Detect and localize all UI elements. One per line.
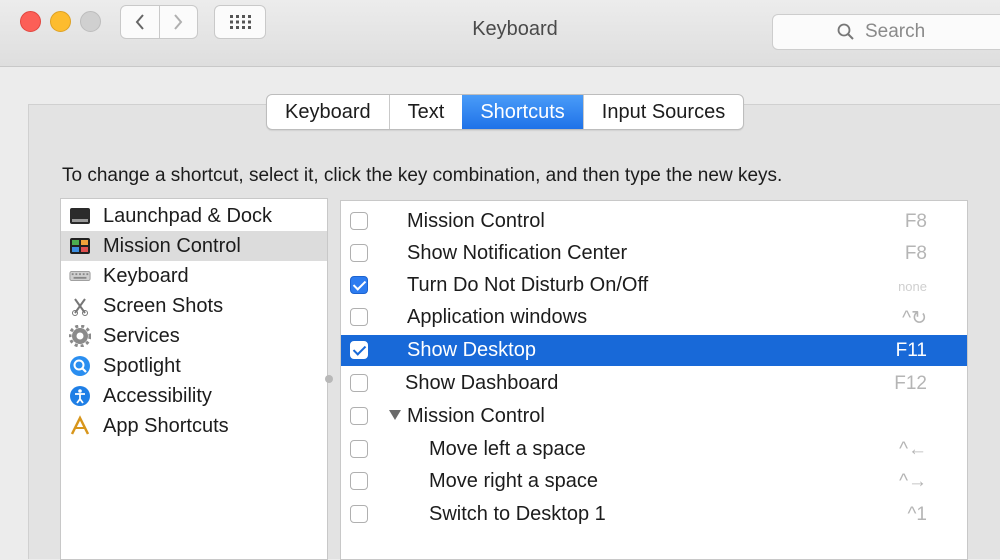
- search-box[interactable]: [772, 14, 1000, 50]
- category-app-shortcuts[interactable]: App Shortcuts: [61, 411, 327, 441]
- shortcut-checkbox[interactable]: [350, 440, 368, 458]
- category-label: App Shortcuts: [103, 414, 229, 437]
- shortcut-checkbox[interactable]: [350, 276, 368, 294]
- shortcut-key[interactable]: ^↻: [902, 307, 927, 330]
- shortcut-group-mission-control[interactable]: Mission Control: [341, 401, 967, 432]
- shortcut-row-notification-center[interactable]: Show Notification Center F8: [341, 238, 967, 269]
- shortcut-row-mission-control[interactable]: Mission Control F8: [341, 206, 967, 237]
- shortcut-checkbox[interactable]: [350, 244, 368, 262]
- category-accessibility[interactable]: Accessibility: [61, 381, 327, 411]
- back-button[interactable]: [121, 6, 159, 38]
- shortcut-checkbox[interactable]: [350, 212, 368, 230]
- shortcut-row-show-desktop[interactable]: Show Desktop F11: [341, 335, 967, 366]
- shortcut-key[interactable]: ^→: [899, 471, 927, 493]
- spotlight-icon: [69, 355, 91, 377]
- shortcut-label: Switch to Desktop 1: [429, 503, 606, 525]
- shortcut-group-header: Mission Control: [389, 405, 545, 428]
- launchpad-dock-icon: [69, 205, 91, 227]
- shortcut-label: Move right a space: [429, 470, 598, 492]
- shortcut-label: Mission Control: [407, 405, 545, 427]
- screen-shots-icon: [69, 295, 91, 317]
- category-screen-shots[interactable]: Screen Shots: [61, 291, 327, 321]
- keyboard-icon: [69, 265, 91, 287]
- shortcut-checkbox[interactable]: [350, 374, 368, 392]
- category-label: Services: [103, 324, 180, 347]
- shortcut-checkbox[interactable]: [350, 341, 368, 359]
- shortcut-label: Application windows: [407, 306, 588, 328]
- instruction-text: To change a shortcut, select it, click t…: [62, 165, 783, 186]
- tab-bar: Keyboard Text Shortcuts Input Sources: [266, 94, 745, 130]
- disclosure-triangle-icon[interactable]: [389, 410, 401, 420]
- shortcut-checkbox[interactable]: [350, 308, 368, 326]
- title-bar: Keyboard: [0, 0, 1000, 67]
- category-mission-control[interactable]: Mission Control: [61, 231, 327, 261]
- category-label: Mission Control: [103, 234, 241, 257]
- close-window-button[interactable]: [20, 11, 41, 32]
- shortcut-label: Show Desktop: [407, 339, 536, 361]
- shortcut-key[interactable]: F8: [905, 211, 927, 233]
- category-launchpad-dock[interactable]: Launchpad & Dock: [61, 201, 327, 231]
- category-keyboard[interactable]: Keyboard: [61, 261, 327, 291]
- shortcut-key[interactable]: F8: [905, 243, 927, 265]
- shortcut-row-do-not-disturb[interactable]: Turn Do Not Disturb On/Off none: [341, 270, 967, 301]
- shortcut-label: Show Dashboard: [405, 372, 559, 394]
- category-label: Keyboard: [103, 264, 189, 287]
- window-title: Keyboard: [472, 18, 558, 40]
- forward-button[interactable]: [158, 6, 198, 38]
- chevron-left-icon: [135, 14, 144, 30]
- navigation-buttons: [120, 5, 198, 39]
- tab-input-sources[interactable]: Input Sources: [582, 95, 743, 129]
- show-all-button[interactable]: [214, 5, 266, 39]
- tab-shortcuts[interactable]: Shortcuts: [462, 95, 583, 129]
- category-services[interactable]: Services: [61, 321, 327, 351]
- accessibility-icon: [69, 385, 91, 407]
- category-label: Launchpad & Dock: [103, 204, 273, 227]
- app-shortcuts-icon: [69, 415, 91, 437]
- pane-splitter[interactable]: [325, 375, 333, 383]
- shortcut-checkbox[interactable]: [350, 407, 368, 425]
- shortcut-key[interactable]: none: [898, 279, 927, 294]
- shortcut-row-move-left[interactable]: Move left a space ^←: [341, 434, 967, 465]
- zoom-window-button[interactable]: [80, 11, 101, 32]
- shortcut-row-application-windows[interactable]: Application windows ^↻: [341, 302, 967, 333]
- shortcut-list: Mission Control F8 Show Notification Cen…: [340, 200, 968, 560]
- search-icon: [837, 23, 854, 40]
- tab-keyboard[interactable]: Keyboard: [267, 95, 389, 129]
- shortcut-label: Turn Do Not Disturb On/Off: [407, 274, 649, 296]
- search-input[interactable]: [863, 20, 987, 44]
- shortcut-row-switch-desktop-1[interactable]: Switch to Desktop 1 ^1: [341, 499, 967, 530]
- shortcut-checkbox[interactable]: [350, 472, 368, 490]
- category-label: Accessibility: [103, 384, 212, 407]
- shortcut-key[interactable]: F12: [894, 373, 927, 395]
- grid-icon: [230, 15, 251, 29]
- shortcut-label: Show Notification Center: [407, 242, 628, 264]
- category-label: Screen Shots: [103, 294, 224, 317]
- shortcut-key[interactable]: ^1: [908, 504, 927, 526]
- shortcut-checkbox[interactable]: [350, 505, 368, 523]
- mission-control-icon: [69, 235, 91, 257]
- category-list: Launchpad & Dock Mission Control Keyboar…: [60, 198, 328, 560]
- tab-text[interactable]: Text: [388, 95, 463, 129]
- category-label: Spotlight: [103, 354, 181, 377]
- chevron-right-icon: [174, 14, 183, 30]
- shortcut-key[interactable]: ^←: [899, 439, 927, 461]
- minimize-window-button[interactable]: [50, 11, 71, 32]
- shortcut-row-move-right[interactable]: Move right a space ^→: [341, 466, 967, 497]
- services-gear-icon: [69, 325, 91, 347]
- shortcut-row-show-dashboard[interactable]: Show Dashboard F12: [341, 368, 967, 399]
- shortcut-key[interactable]: F11: [896, 340, 927, 362]
- shortcut-label: Move left a space: [429, 438, 586, 460]
- shortcut-label: Mission Control: [407, 210, 545, 232]
- category-spotlight[interactable]: Spotlight: [61, 351, 327, 381]
